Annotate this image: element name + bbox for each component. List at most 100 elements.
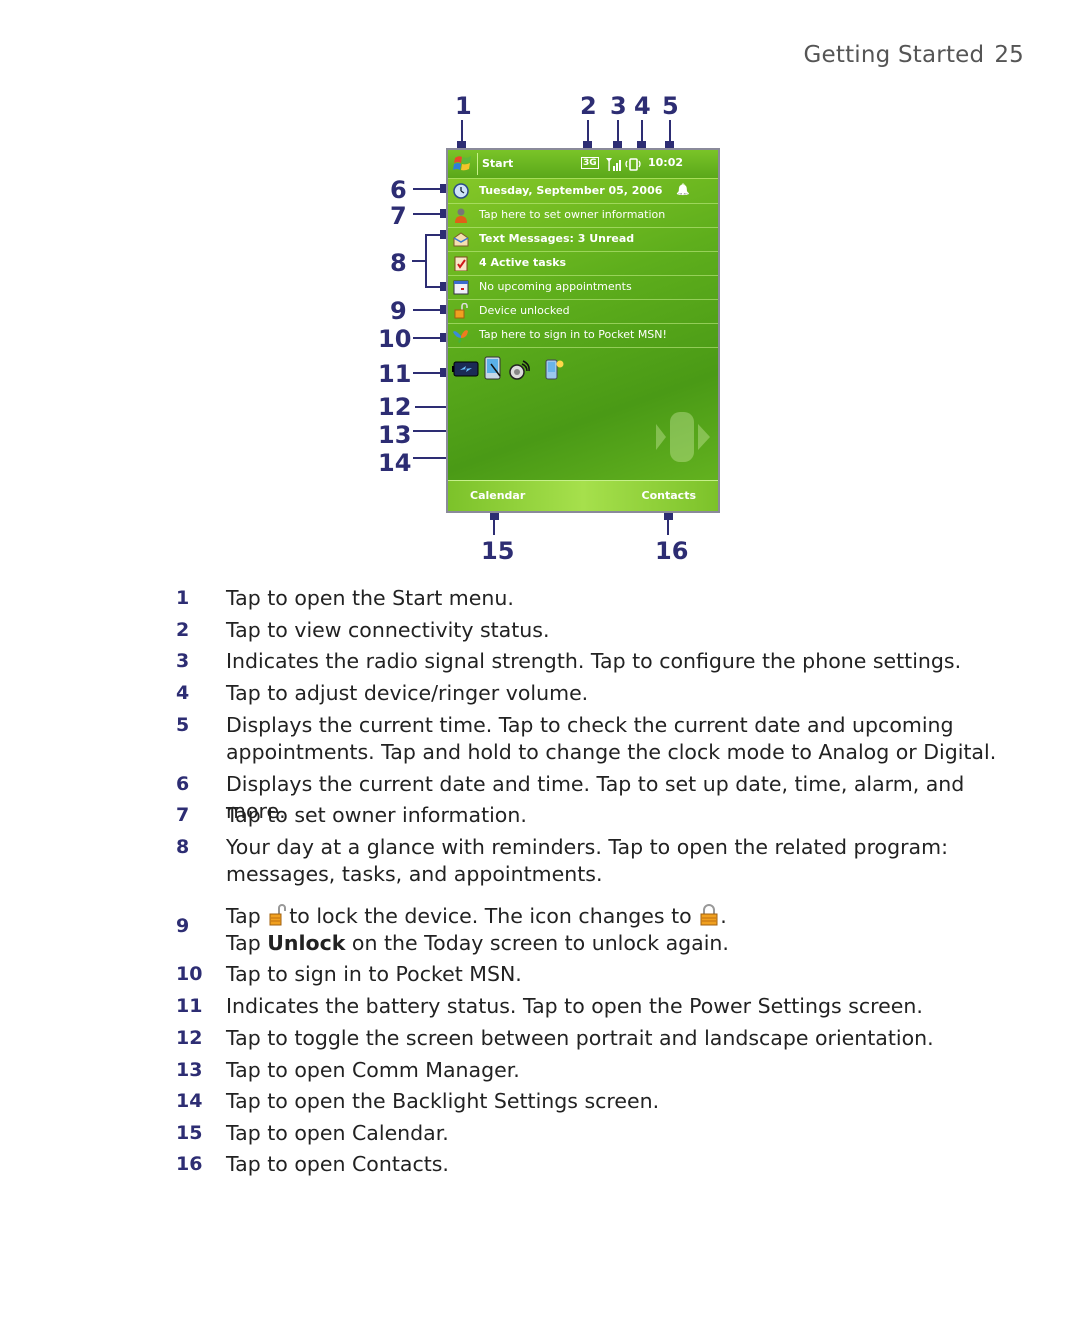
leader-line xyxy=(641,120,643,142)
item-text: Displays the current time. Tap to check … xyxy=(226,713,997,764)
windows-start-icon[interactable] xyxy=(452,153,474,175)
leader-line xyxy=(667,515,669,535)
today-item-text: Text Messages: 3 Unread xyxy=(479,232,635,245)
today-item-text: No upcoming appointments xyxy=(479,280,632,293)
signal-icon[interactable] xyxy=(605,156,621,172)
callout-15: 15 xyxy=(481,537,515,565)
callout-7: 7 xyxy=(390,202,407,230)
item-number: 13 xyxy=(176,1059,203,1081)
leader-line xyxy=(413,309,443,311)
divider xyxy=(477,153,478,175)
text-part: on the Today screen to unlock again. xyxy=(351,931,729,955)
leader-line xyxy=(412,260,426,262)
backlight-icon[interactable] xyxy=(544,357,566,381)
callout-12: 12 xyxy=(378,393,412,421)
system-tray xyxy=(448,355,718,385)
item-text: Tap to sign in to Pocket MSN. xyxy=(226,962,522,986)
today-item-calendar[interactable]: No upcoming appointments xyxy=(448,275,718,300)
battery-icon[interactable] xyxy=(452,361,480,377)
leader-line xyxy=(669,120,671,142)
bracket-line xyxy=(425,234,427,287)
item-number: 11 xyxy=(176,995,203,1017)
contacts-softkey[interactable]: Contacts xyxy=(642,489,696,502)
callout-16: 16 xyxy=(655,537,689,565)
item-number: 7 xyxy=(176,804,190,826)
item-text: Tap to open Calendar. xyxy=(226,1121,449,1145)
item-text: Tap to open Contacts. xyxy=(226,1152,449,1176)
rotate-screen-icon[interactable] xyxy=(484,356,502,380)
item-text: Tap to adjust device/ringer volume. xyxy=(226,681,589,705)
item-number: 3 xyxy=(176,650,190,672)
item-text: Tap to open the Backlight Settings scree… xyxy=(226,1089,660,1113)
today-item-text: Tap here to sign in to Pocket MSN! xyxy=(479,328,667,341)
today-item-text: Tap here to set owner information xyxy=(479,208,666,221)
callout-2: 2 xyxy=(580,92,597,120)
locked-padlock-icon xyxy=(700,904,718,926)
page-number: 25 xyxy=(994,42,1024,68)
messages-icon xyxy=(453,231,469,247)
item-number: 16 xyxy=(176,1153,203,1175)
today-item-unlocked[interactable]: Device unlocked xyxy=(448,299,718,324)
callout-14: 14 xyxy=(378,449,412,477)
item-text: Your day at a glance with reminders. Tap… xyxy=(226,835,948,886)
item-text: Tap to view connectivity status. xyxy=(226,618,550,642)
clock-time[interactable]: 10:02 xyxy=(648,156,683,169)
start-button[interactable]: Start xyxy=(482,157,513,170)
text-part: to lock the device. The icon changes to xyxy=(289,904,692,928)
calendar-icon xyxy=(453,279,469,295)
item-number: 10 xyxy=(176,963,203,985)
today-item-messages[interactable]: Text Messages: 3 Unread xyxy=(448,227,718,252)
item-number: 2 xyxy=(176,619,190,641)
today-item-msn-butterfly[interactable]: Tap here to sign in to Pocket MSN! xyxy=(448,323,718,348)
today-item-text: 4 Active tasks xyxy=(479,256,567,269)
leader-line xyxy=(413,188,443,190)
owner-icon xyxy=(453,207,469,223)
today-item-text: Tuesday, September 05, 2006 xyxy=(479,184,663,197)
item-number: 6 xyxy=(176,773,190,795)
item-text: Tap to open Comm Manager. xyxy=(226,1058,520,1082)
callout-1: 1 xyxy=(455,92,472,120)
leader-line xyxy=(617,120,619,142)
item-number: 8 xyxy=(176,836,190,858)
unlock-term: Unlock xyxy=(267,931,346,955)
tasks-icon xyxy=(453,255,469,272)
softkey-bar: Calendar Contacts xyxy=(448,480,718,511)
text-part: Tap xyxy=(226,931,261,955)
item-text: Tap to open the Start menu. xyxy=(226,586,514,610)
callout-10: 10 xyxy=(378,325,412,353)
calendar-softkey[interactable]: Calendar xyxy=(470,489,525,502)
item-number: 1 xyxy=(176,587,190,609)
windows-mobile-watermark-icon xyxy=(656,412,710,462)
section-title: Getting Started xyxy=(803,42,985,68)
callout-13: 13 xyxy=(378,421,412,449)
msn-butterfly-icon xyxy=(453,327,469,343)
leader-line xyxy=(461,120,463,142)
text-part: Tap xyxy=(226,904,261,928)
clock-icon xyxy=(453,183,469,199)
text-part: . xyxy=(720,904,727,928)
item-number: 9 xyxy=(176,915,190,937)
connectivity-3g-icon[interactable]: 3G xyxy=(581,157,599,169)
item-text: Tap to toggle the screen between portrai… xyxy=(226,1026,934,1050)
volume-icon[interactable] xyxy=(625,156,641,172)
today-item-owner[interactable]: Tap here to set owner information xyxy=(448,203,718,228)
item-number: 15 xyxy=(176,1122,203,1144)
today-item-tasks[interactable]: 4 Active tasks xyxy=(448,251,718,276)
callout-9: 9 xyxy=(390,297,407,325)
item-text: Indicates the battery status. Tap to ope… xyxy=(226,994,923,1018)
callout-4: 4 xyxy=(634,92,651,120)
title-bar: Start 3G 10:02 xyxy=(448,150,718,179)
today-item-text: Device unlocked xyxy=(479,304,570,317)
item-number: 14 xyxy=(176,1090,203,1112)
today-screen: Start 3G 10:02 Tuesday, September 05, 20… xyxy=(446,148,720,513)
item-text: Indicates the radio signal strength. Tap… xyxy=(226,649,962,673)
running-header: Getting Started 25 xyxy=(804,42,1025,68)
item-number: 12 xyxy=(176,1027,203,1049)
item-text: Tap to set owner information. xyxy=(226,803,527,827)
item-text: Tap to lock the device. The icon changes… xyxy=(226,903,1006,957)
callout-3: 3 xyxy=(610,92,627,120)
callout-11: 11 xyxy=(378,360,412,388)
leader-line xyxy=(587,120,589,142)
comm-manager-icon[interactable] xyxy=(508,360,530,380)
today-item-clock[interactable]: Tuesday, September 05, 2006 🔔 xyxy=(448,179,718,204)
